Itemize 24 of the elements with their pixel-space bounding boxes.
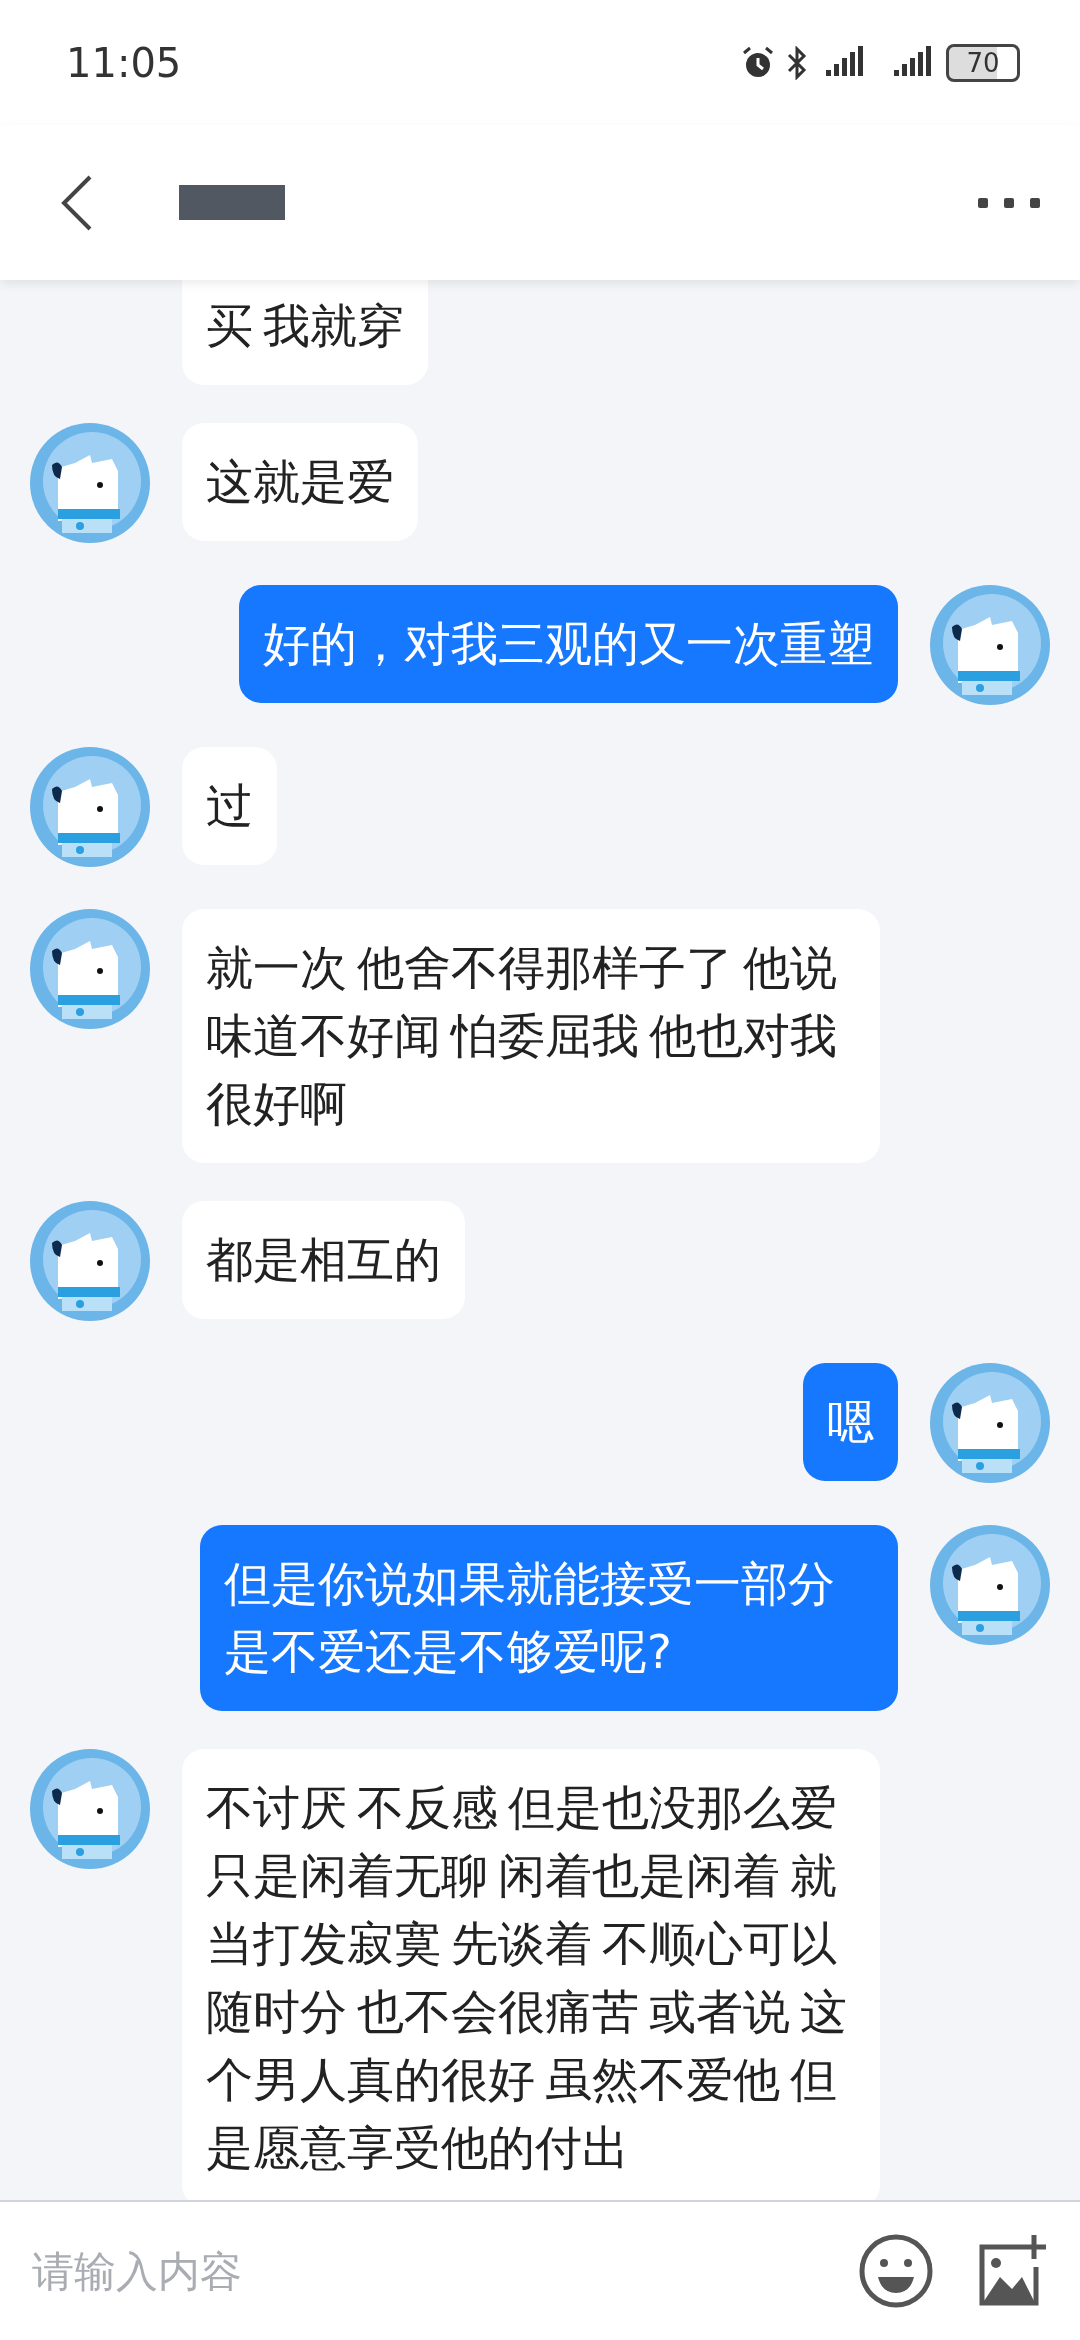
message-bubble: 这就是爱 (182, 423, 418, 541)
clock-time: 11:05 (66, 39, 182, 86)
more-icon[interactable] (978, 195, 1040, 210)
message-bubble: 买 我就穿 (182, 280, 428, 385)
avatar-icon[interactable] (30, 909, 150, 1029)
message-bubble: 过 (182, 747, 277, 865)
avatar-icon[interactable] (930, 1525, 1050, 1645)
message-input[interactable]: 请输入内容 (30, 2245, 818, 2297)
avatar-icon[interactable] (30, 1749, 150, 1869)
message-bubble: 嗯 (803, 1363, 898, 1481)
avatar-icon[interactable] (30, 747, 150, 867)
message-bubble: 就一次 他舍不得那样子了 他说味道不好闻 怕委屈我 他也对我很好啊 (182, 909, 880, 1163)
back-icon[interactable] (60, 173, 94, 232)
avatar-icon[interactable] (30, 423, 150, 543)
avatar-icon[interactable] (930, 1363, 1050, 1483)
avatar-icon[interactable] (930, 585, 1050, 705)
avatar-icon[interactable] (30, 1201, 150, 1321)
bluetooth-icon (786, 45, 808, 80)
message-bubble: 好的，对我三观的又一次重塑 (239, 585, 898, 703)
message-bubble: 但是你说如果就能接受一部分是不爱还是不够爱呢? (200, 1525, 898, 1711)
battery-level: 70 (946, 43, 1020, 82)
message-bubble: 不讨厌 不反感 但是也没那么爱只是闲着无聊 闲着也是闲着 就当打发寂寞 先谈着 不顺心可以随时分 也不会很痛苦 或者说 这个男人真的很好 虽然不爱他 但是愿意享受他的付出 (182, 1749, 880, 2200)
message-bubble: 都是相互的 (182, 1201, 465, 1319)
emoji-icon[interactable] (858, 2233, 934, 2309)
